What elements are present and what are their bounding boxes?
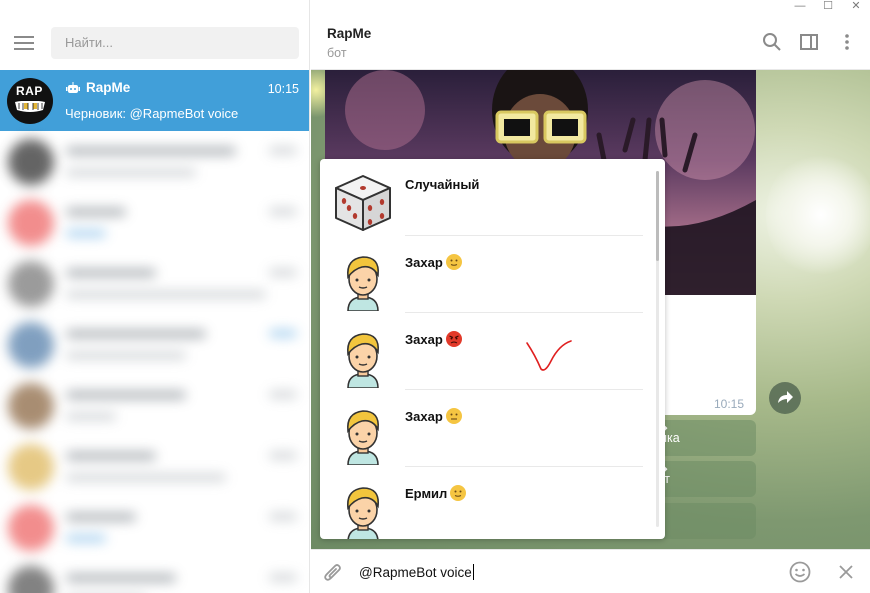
result-title: Захар <box>405 408 462 424</box>
grill-teeth-icon <box>15 101 45 112</box>
share-arrow-icon: ➦ <box>658 451 752 487</box>
menu-icon[interactable] <box>14 36 34 50</box>
result-title: Случайный <box>405 177 480 192</box>
search-icon[interactable] <box>762 32 782 52</box>
peer-name[interactable]: RapMe <box>327 26 371 41</box>
forward-icon[interactable] <box>769 382 801 414</box>
slight-smile-emoji-icon <box>445 254 462 270</box>
clear-input-icon[interactable] <box>839 565 853 579</box>
slight-smile-emoji-icon <box>450 485 467 501</box>
list-item[interactable] <box>0 497 309 558</box>
list-item[interactable] <box>0 253 309 314</box>
attach-icon[interactable] <box>323 562 343 584</box>
avatar: RAP <box>7 78 53 124</box>
minimize-button[interactable]: — <box>786 0 814 14</box>
close-window-button[interactable]: ✕ <box>842 0 870 14</box>
boy-avatar-icon <box>346 410 380 465</box>
background-flower <box>766 150 870 280</box>
peer-status: бот <box>327 46 347 60</box>
message-input[interactable]: @RapmeBot voice <box>359 564 474 580</box>
chat-header: RapMe бот <box>311 14 870 70</box>
inline-result-item[interactable]: Случайный <box>320 159 655 236</box>
list-item[interactable] <box>0 131 309 192</box>
inline-result-item[interactable]: Захар <box>320 390 655 467</box>
angry-emoji-icon <box>445 331 462 347</box>
window-titlebar: — ☐ ✕ <box>310 0 870 14</box>
share-arrow-icon: ➦ <box>658 410 752 446</box>
more-vertical-icon[interactable] <box>837 32 857 52</box>
chat-title: RapMe <box>86 80 131 95</box>
chat-list-blurred <box>0 131 309 593</box>
list-item[interactable] <box>0 558 309 593</box>
list-item[interactable] <box>0 192 309 253</box>
avatar-logo-text: RAP <box>16 84 43 98</box>
maximize-button[interactable]: ☐ <box>814 0 842 14</box>
sidebar: Найти... RAP RapMe 10:15 Черновик: @Rapm… <box>0 0 310 593</box>
search-input[interactable]: Найти... <box>51 27 299 59</box>
list-item[interactable] <box>0 375 309 436</box>
message-time: 10:15 <box>713 397 744 411</box>
inline-result-item[interactable]: Захар <box>320 313 655 390</box>
inline-result-item[interactable]: Ермил <box>320 467 655 539</box>
result-title: Захар <box>405 331 462 347</box>
result-title: Ермил <box>405 485 467 501</box>
chat-time: 10:15 <box>267 82 299 96</box>
dice-icon <box>335 175 391 231</box>
inline-result-item[interactable]: Захар <box>320 236 655 313</box>
boy-avatar-icon <box>346 333 380 388</box>
list-item[interactable] <box>0 314 309 375</box>
result-title: Захар <box>405 254 462 270</box>
bot-icon <box>66 82 80 93</box>
chat-preview: Черновик: @RapmeBot voice <box>65 106 239 121</box>
message-composer: @RapmeBot voice <box>311 549 870 593</box>
boy-avatar-icon <box>346 487 380 539</box>
list-item[interactable] <box>0 436 309 497</box>
sidebar-toggle-icon[interactable] <box>799 32 819 52</box>
scrollbar-thumb[interactable] <box>656 171 659 261</box>
neutral-emoji-icon <box>445 408 462 424</box>
chat-list-item-active[interactable]: RAP RapMe 10:15 Черновик: @RapmeBot voic… <box>0 70 309 131</box>
inline-results-popup: Случайный Захар Захар Захар Ермил <box>320 159 665 539</box>
telegram-window: — ☐ ✕ Найти... RAP RapMe 10:15 Черновик:… <box>0 0 870 593</box>
emoji-icon[interactable] <box>789 561 811 583</box>
red-checkmark-annotation <box>526 340 572 371</box>
boy-avatar-icon <box>346 256 380 311</box>
